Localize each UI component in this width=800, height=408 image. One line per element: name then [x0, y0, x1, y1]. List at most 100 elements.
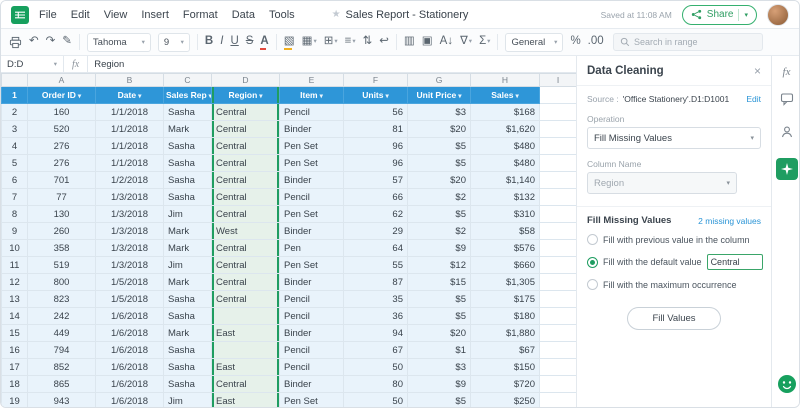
cell-H13[interactable]: $175 — [471, 291, 540, 308]
cell-I3[interactable] — [540, 121, 577, 138]
row-number[interactable]: 8 — [2, 206, 28, 223]
filter-dropdown-icon[interactable]: ▾ — [78, 93, 81, 100]
header-cell-B1[interactable]: Date▾ — [96, 87, 164, 104]
row-number[interactable]: 18 — [2, 376, 28, 393]
cell-E14[interactable]: Pencil — [280, 308, 344, 325]
cell-B8[interactable]: 1/3/2018 — [96, 206, 164, 223]
formula-content[interactable]: Region — [88, 59, 130, 70]
row-number[interactable]: 16 — [2, 342, 28, 359]
cell-I2[interactable] — [540, 104, 577, 121]
sort-icon[interactable]: A↓ — [440, 36, 453, 48]
cell-G11[interactable]: $12 — [408, 257, 471, 274]
header-cell-F1[interactable]: Units▾ — [344, 87, 408, 104]
cell-F2[interactable]: 56 — [344, 104, 408, 121]
cell-C6[interactable]: Sasha — [164, 172, 212, 189]
menu-tools[interactable]: Tools — [269, 9, 295, 21]
cell-H6[interactable]: $1,140 — [471, 172, 540, 189]
strikethrough-button[interactable]: S — [246, 36, 254, 48]
cell-A18[interactable]: 865 — [28, 376, 96, 393]
cell-I14[interactable] — [540, 308, 577, 325]
cell-I18[interactable] — [540, 376, 577, 393]
cell-H19[interactable]: $250 — [471, 393, 540, 408]
borders-icon[interactable]: ▦▾ — [302, 36, 317, 48]
cell-A15[interactable]: 449 — [28, 325, 96, 342]
header-cell-D1[interactable]: Region▾ — [212, 87, 280, 104]
menu-data[interactable]: Data — [232, 9, 255, 21]
cell-B19[interactable]: 1/6/2018 — [96, 393, 164, 408]
cell-G13[interactable]: $5 — [408, 291, 471, 308]
cell-F9[interactable]: 29 — [344, 223, 408, 240]
vertical-align-icon[interactable]: ⇅ — [363, 36, 373, 48]
data-cleaning-tool-icon[interactable] — [776, 158, 798, 180]
edit-source-link[interactable]: Edit — [746, 94, 761, 104]
decimal-format-icon[interactable]: .00 — [588, 36, 604, 48]
cell-A10[interactable]: 358 — [28, 240, 96, 257]
cell-A5[interactable]: 276 — [28, 155, 96, 172]
cell-D9[interactable]: West — [212, 223, 280, 240]
cell-C7[interactable]: Sasha — [164, 189, 212, 206]
cell-B14[interactable]: 1/6/2018 — [96, 308, 164, 325]
cell-A17[interactable]: 852 — [28, 359, 96, 376]
cell-A13[interactable]: 823 — [28, 291, 96, 308]
cell-C13[interactable]: Sasha — [164, 291, 212, 308]
cell-I19[interactable] — [540, 393, 577, 408]
cell-A19[interactable]: 943 — [28, 393, 96, 408]
cell-H14[interactable]: $180 — [471, 308, 540, 325]
cell-B13[interactable]: 1/5/2018 — [96, 291, 164, 308]
cell-A7[interactable]: 77 — [28, 189, 96, 206]
cell-A14[interactable]: 242 — [28, 308, 96, 325]
cell-F8[interactable]: 62 — [344, 206, 408, 223]
number-format-dropdown[interactable]: General▾ — [505, 33, 563, 52]
cell-H10[interactable]: $576 — [471, 240, 540, 257]
cell-F19[interactable]: 50 — [344, 393, 408, 408]
cell-H3[interactable]: $1,620 — [471, 121, 540, 138]
cell-D17[interactable]: East — [212, 359, 280, 376]
cell-G14[interactable]: $5 — [408, 308, 471, 325]
radio-icon[interactable] — [587, 234, 598, 245]
header-cell-C1[interactable]: Sales Rep▾ — [164, 87, 212, 104]
cell-C3[interactable]: Mark — [164, 121, 212, 138]
cell-B17[interactable]: 1/6/2018 — [96, 359, 164, 376]
filter-icon[interactable]: ∇▾ — [460, 36, 472, 48]
cell-B7[interactable]: 1/3/2018 — [96, 189, 164, 206]
cell-H15[interactable]: $1,880 — [471, 325, 540, 342]
cell-A2[interactable]: 160 — [28, 104, 96, 121]
cell-C10[interactable]: Mark — [164, 240, 212, 257]
cell-E18[interactable]: Binder — [280, 376, 344, 393]
cell-G8[interactable]: $5 — [408, 206, 471, 223]
column-header-G[interactable]: G — [408, 74, 471, 87]
undo-icon[interactable]: ↶ — [29, 36, 39, 48]
cell-A9[interactable]: 260 — [28, 223, 96, 240]
cell-H17[interactable]: $150 — [471, 359, 540, 376]
cell-H2[interactable]: $168 — [471, 104, 540, 121]
cell-H8[interactable]: $310 — [471, 206, 540, 223]
menu-edit[interactable]: Edit — [71, 9, 90, 21]
cell-B12[interactable]: 1/5/2018 — [96, 274, 164, 291]
cell-B10[interactable]: 1/3/2018 — [96, 240, 164, 257]
cell-D18[interactable]: Central — [212, 376, 280, 393]
cell-G16[interactable]: $1 — [408, 342, 471, 359]
cell-I11[interactable] — [540, 257, 577, 274]
cell-C2[interactable]: Sasha — [164, 104, 212, 121]
cell-G12[interactable]: $15 — [408, 274, 471, 291]
cell-E17[interactable]: Pencil — [280, 359, 344, 376]
cell-D16[interactable] — [212, 342, 280, 359]
cell-A4[interactable]: 276 — [28, 138, 96, 155]
print-icon[interactable] — [9, 36, 22, 49]
filter-dropdown-icon[interactable]: ▾ — [138, 93, 141, 100]
menu-format[interactable]: Format — [183, 9, 218, 21]
cell-D15[interactable]: East — [212, 325, 280, 342]
row-number[interactable]: 6 — [2, 172, 28, 189]
missing-values-link[interactable]: 2 missing values — [698, 216, 761, 226]
row-number[interactable]: 14 — [2, 308, 28, 325]
cell-B11[interactable]: 1/3/2018 — [96, 257, 164, 274]
column-header-F[interactable]: F — [344, 74, 408, 87]
cell-G7[interactable]: $2 — [408, 189, 471, 206]
cell-G19[interactable]: $5 — [408, 393, 471, 408]
format-painter-icon[interactable]: ✎ — [62, 36, 72, 48]
cell-F6[interactable]: 57 — [344, 172, 408, 189]
cell-H7[interactable]: $132 — [471, 189, 540, 206]
cell-A3[interactable]: 520 — [28, 121, 96, 138]
underline-button[interactable]: U — [230, 36, 238, 48]
fill-option-2[interactable]: Fill with the maximum occurrence — [587, 279, 761, 290]
